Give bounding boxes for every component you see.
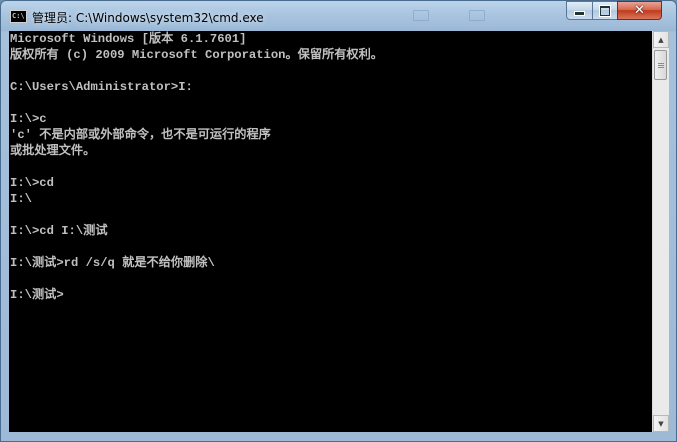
console-line: I:\>cd I:\测试 <box>10 224 108 238</box>
console-line: Microsoft Windows [版本 6.1.7601] <box>10 32 247 46</box>
console-line: 版权所有 (c) 2009 Microsoft Corporation。保留所有… <box>10 48 383 62</box>
cmd-icon[interactable]: C:\ <box>10 10 27 23</box>
scroll-up-button[interactable]: ▲ <box>653 31 669 48</box>
console-line: I:\>c <box>10 112 47 126</box>
close-icon: ✕ <box>634 2 645 18</box>
window-title: 管理员: C:\Windows\system32\cmd.exe <box>32 11 264 25</box>
minimize-button[interactable] <box>566 1 593 20</box>
vertical-scrollbar[interactable]: ▲ ▼ <box>652 31 669 432</box>
scroll-thumb[interactable] <box>654 50 667 80</box>
maximize-button[interactable] <box>592 1 618 20</box>
arrow-up-icon: ▲ <box>658 35 664 44</box>
arrow-down-icon: ▼ <box>658 419 664 428</box>
console-line: I:\测试>rd /s/q 就是不给你删除\ <box>10 256 215 270</box>
console-line: I:\ <box>10 192 32 206</box>
grip-icon <box>658 65 664 66</box>
console-prompt: I:\测试> <box>10 288 64 302</box>
grip-icon <box>658 63 664 64</box>
console-line: 'c' 不是内部或外部命令，也不是可运行的程序 <box>10 128 271 142</box>
maximize-icon <box>600 5 610 16</box>
cmd-window: C:\ 管理员: C:\Windows\system32\cmd.exe ✕ M… <box>0 0 677 442</box>
scroll-down-button[interactable]: ▼ <box>653 415 669 432</box>
window-bottom-border[interactable] <box>1 432 676 441</box>
ghost-icon <box>413 10 429 21</box>
grip-icon <box>658 67 664 68</box>
close-button[interactable]: ✕ <box>617 1 662 20</box>
console-output[interactable]: Microsoft Windows [版本 6.1.7601] 版权所有 (c)… <box>9 31 652 432</box>
console-line: 或批处理文件。 <box>10 144 96 158</box>
title-bar[interactable]: C:\ 管理员: C:\Windows\system32\cmd.exe ✕ <box>1 1 676 32</box>
ghost-icon <box>469 10 485 21</box>
minimize-icon <box>575 12 584 15</box>
console-line: C:\Users\Administrator>I: <box>10 80 193 94</box>
console-line: I:\>cd <box>10 176 54 190</box>
